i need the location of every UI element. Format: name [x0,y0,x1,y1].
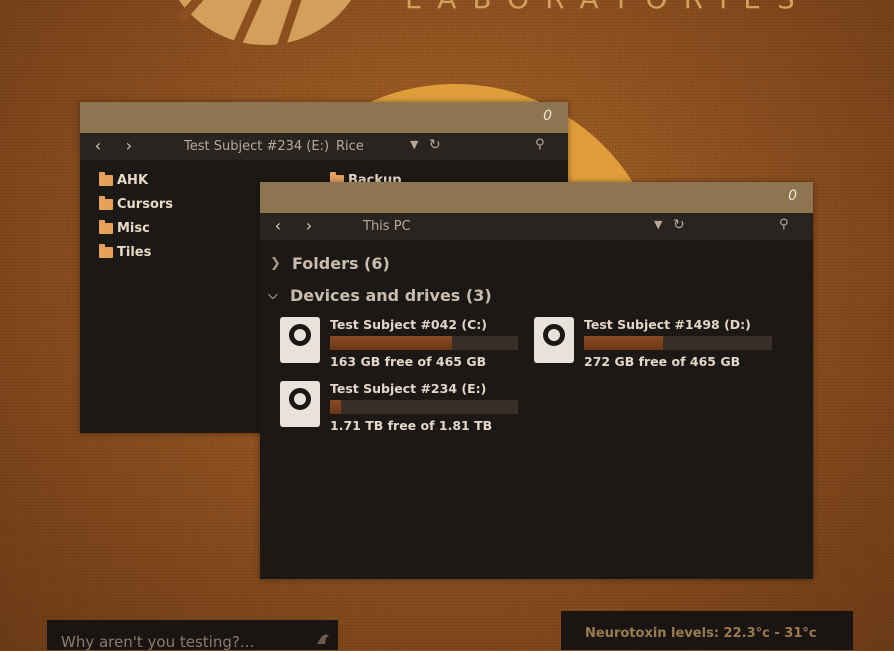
explorer-window-this-pc: 0 ‹ › This PC ▼ ↻ ⚲ ❯ Folders (6) ⌵ Devi… [260,182,813,579]
hard-drive-icon [534,317,574,363]
folder-item[interactable]: Misc [99,220,150,236]
prompt-widget[interactable]: Why aren't you testing?... [47,620,338,651]
neurotoxin-levels: Neurotoxin levels: 22.3°c - 31°c [585,626,817,641]
drive-free-space: 272 GB free of 465 GB [584,354,741,369]
drive-name: Test Subject #234 (E:) [330,381,487,396]
section-devices[interactable]: ⌵ Devices and drives (3) [268,286,492,305]
drive-usage-fill [330,400,342,414]
drive-item-d[interactable]: Test Subject #1498 (D:) 272 GB free of 4… [534,317,774,373]
navigation-bar: ‹ › This PC ▼ ↻ ⚲ [260,213,813,240]
section-folders[interactable]: ❯ Folders (6) [270,254,390,273]
breadcrumb-this-pc[interactable]: This PC [363,219,411,234]
chevron-left-icon[interactable]: ‹ [89,137,107,155]
folder-icon [99,220,113,234]
window-titlebar[interactable]: 0 [260,182,813,213]
drive-usage-bar [330,336,518,350]
breadcrumb-drive[interactable]: Test Subject #234 (E:) [184,139,329,154]
chevron-down-icon[interactable]: ▼ [410,138,418,151]
chevron-left-icon[interactable]: ‹ [269,217,287,235]
folder-item[interactable]: Tiles [99,244,151,260]
refresh-icon[interactable]: ↻ [673,217,685,233]
aperture-logo-icon [176,0,352,60]
folder-icon [99,196,113,210]
chevron-right-icon[interactable]: › [300,217,318,235]
drive-name: Test Subject #1498 (D:) [584,317,751,332]
navigation-bar: ‹ › Test Subject #234 (E:) Rice ▼ ↻ ⚲ [80,133,568,160]
drive-free-space: 163 GB free of 465 GB [330,354,487,369]
drive-item-c[interactable]: Test Subject #042 (C:) 163 GB free of 46… [280,317,520,373]
search-icon[interactable]: ⚲ [535,137,545,152]
folder-icon [99,244,113,258]
hard-drive-icon [280,381,320,427]
prompt-input[interactable]: Why aren't you testing?... [61,633,254,651]
folder-item[interactable]: AHK [99,172,148,188]
bird-icon [317,634,329,644]
chevron-down-icon: ⌵ [268,288,278,303]
folder-item[interactable]: Cursors [99,196,173,212]
drive-item-e[interactable]: Test Subject #234 (E:) 1.71 TB free of 1… [280,381,520,437]
chevron-right-icon[interactable]: › [120,137,138,155]
hard-drive-icon [280,317,320,363]
window-count: 0 [788,188,797,204]
drive-name: Test Subject #042 (C:) [330,317,487,332]
drive-usage-fill [330,336,453,350]
drive-usage-bar [584,336,772,350]
search-icon[interactable]: ⚲ [779,217,789,232]
breadcrumb-folder[interactable]: Rice [336,139,364,154]
window-count: 0 [543,108,552,124]
folder-icon [99,172,113,186]
window-titlebar[interactable]: 0 [80,102,568,133]
chevron-down-icon[interactable]: ▼ [654,218,662,231]
drive-free-space: 1.71 TB free of 1.81 TB [330,418,493,433]
neurotoxin-widget: Neurotoxin levels: 22.3°c - 31°c [561,611,853,650]
drive-usage-fill [584,336,663,350]
brand-wordmark: LABORATORIES [405,0,811,15]
refresh-icon[interactable]: ↻ [429,137,441,153]
drive-usage-bar [330,400,518,414]
chevron-right-icon: ❯ [270,256,281,271]
